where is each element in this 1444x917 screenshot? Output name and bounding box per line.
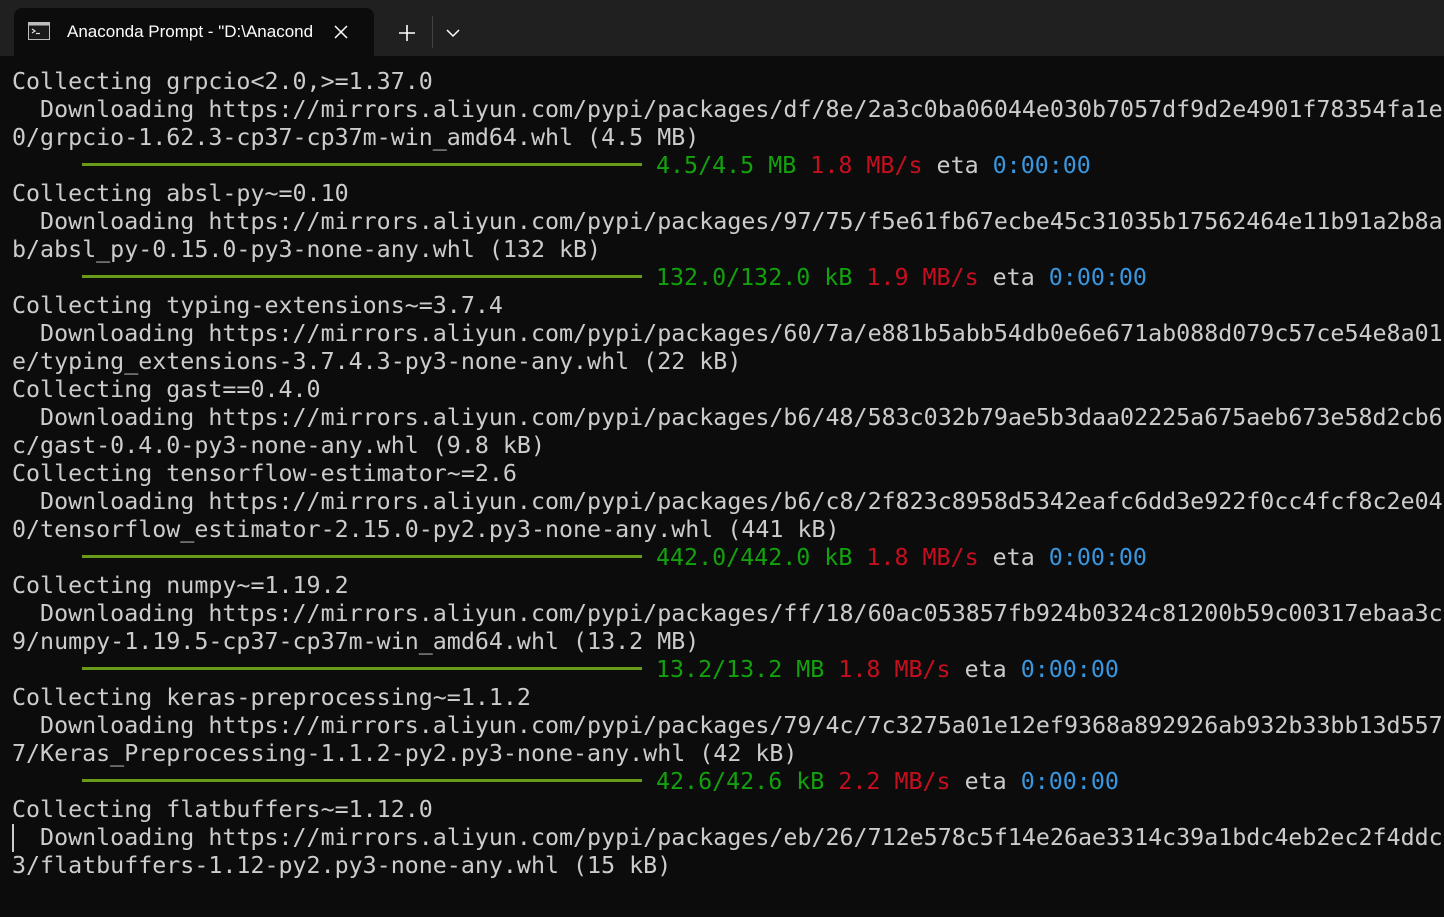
- progress-line: 132.0/132.0 kB 1.9 MB/s eta 0:00:00: [12, 264, 1444, 292]
- output-line: Collecting flatbuffers~=1.12.0: [12, 796, 433, 823]
- output-line: 0/tensorflow_estimator-2.15.0-py2.py3-no…: [12, 516, 840, 543]
- terminal-icon: [28, 22, 50, 40]
- output-line: Collecting typing-extensions~=3.7.4: [12, 292, 503, 319]
- progress-bar: [82, 667, 642, 670]
- divider: [432, 16, 433, 48]
- terminal-output-area[interactable]: Collecting grpcio<2.0,>=1.37.0 Downloadi…: [0, 56, 1444, 917]
- progress-line: 4.5/4.5 MB 1.8 MB/s eta 0:00:00: [12, 152, 1444, 180]
- output-line: e/typing_extensions-3.7.4.3-py3-none-any…: [12, 348, 742, 375]
- output-line: 3/flatbuffers-1.12-py2.py3-none-any.whl …: [12, 852, 672, 879]
- progress-line: 13.2/13.2 MB 1.8 MB/s eta 0:00:00: [12, 656, 1444, 684]
- output-line: Downloading https://mirrors.aliyun.com/p…: [12, 320, 1444, 347]
- eta-value: 0:00:00: [1048, 544, 1147, 571]
- download-speed: 1.9 MB/s: [866, 264, 979, 291]
- download-speed: 2.2 MB/s: [838, 768, 951, 795]
- progress-bar: [82, 275, 642, 278]
- eta-value: 0:00:00: [1020, 768, 1119, 795]
- progress-bar: [82, 779, 642, 782]
- terminal-output: Collecting grpcio<2.0,>=1.37.0 Downloadi…: [12, 68, 1444, 880]
- output-line: 0/grpcio-1.62.3-cp37-cp37m-win_amd64.whl…: [12, 124, 700, 151]
- new-tab-button[interactable]: [392, 18, 422, 48]
- download-size: 132.0/132.0 kB: [656, 264, 853, 291]
- output-line: c/gast-0.4.0-py3-none-any.whl (9.8 kB): [12, 432, 545, 459]
- output-line: Downloading https://mirrors.aliyun.com/p…: [12, 600, 1444, 627]
- output-line: Collecting tensorflow-estimator~=2.6: [12, 460, 517, 487]
- output-line: Collecting numpy~=1.19.2: [12, 572, 349, 599]
- eta-label: eta: [936, 152, 979, 179]
- eta-value: 0:00:00: [992, 152, 1091, 179]
- chevron-down-icon[interactable]: [441, 22, 465, 44]
- output-line: Downloading https://mirrors.aliyun.com/p…: [12, 488, 1443, 515]
- download-speed: 1.8 MB/s: [838, 656, 951, 683]
- output-line: Downloading https://mirrors.aliyun.com/p…: [12, 404, 1444, 431]
- output-line: Downloading https://mirrors.aliyun.com/p…: [12, 208, 1444, 235]
- title-bar: Anaconda Prompt - "D:\Anaconda3\condabin…: [0, 0, 1444, 56]
- progress-line: 42.6/42.6 kB 2.2 MB/s eta 0:00:00: [12, 768, 1444, 796]
- download-size: 13.2/13.2 MB: [656, 656, 825, 683]
- output-line: Collecting grpcio<2.0,>=1.37.0: [12, 68, 433, 95]
- eta-label: eta: [964, 768, 1007, 795]
- output-line: Collecting absl-py~=0.10: [12, 180, 349, 207]
- download-speed: 1.8 MB/s: [866, 544, 979, 571]
- download-speed: 1.8 MB/s: [810, 152, 923, 179]
- eta-label: eta: [992, 264, 1035, 291]
- download-size: 442.0/442.0 kB: [656, 544, 853, 571]
- progress-bar: [82, 163, 642, 166]
- close-icon[interactable]: [329, 20, 353, 44]
- eta-label: eta: [992, 544, 1035, 571]
- output-line: b/absl_py-0.15.0-py3-none-any.whl (132 k…: [12, 236, 602, 263]
- output-line: Collecting keras-preprocessing~=1.1.2: [12, 684, 531, 711]
- output-line: Downloading https://mirrors.aliyun.com/p…: [12, 96, 1444, 123]
- progress-line: 442.0/442.0 kB 1.8 MB/s eta 0:00:00: [12, 544, 1444, 572]
- output-line: 7/Keras_Preprocessing-1.1.2-py2.py3-none…: [12, 740, 798, 767]
- output-line: Downloading https://mirrors.aliyun.com/p…: [12, 824, 1444, 851]
- output-line: 9/numpy-1.19.5-cp37-cp37m-win_amd64.whl …: [12, 628, 700, 655]
- terminal-window: Anaconda Prompt - "D:\Anaconda3\condabin…: [0, 0, 1444, 917]
- progress-bar: [82, 555, 642, 558]
- download-size: 4.5/4.5 MB: [656, 152, 797, 179]
- output-line: Collecting gast==0.4.0: [12, 376, 321, 403]
- tab-anaconda-prompt[interactable]: Anaconda Prompt - "D:\Anaconda3\condabin…: [14, 8, 374, 56]
- tab-title: Anaconda Prompt - "D:\Anaconda3\condabin…: [67, 22, 313, 41]
- eta-value: 0:00:00: [1020, 656, 1119, 683]
- eta-value: 0:00:00: [1048, 264, 1147, 291]
- download-size: 42.6/42.6 kB: [656, 768, 825, 795]
- text-cursor: [12, 824, 14, 852]
- eta-label: eta: [964, 656, 1007, 683]
- output-line: Downloading https://mirrors.aliyun.com/p…: [12, 712, 1444, 739]
